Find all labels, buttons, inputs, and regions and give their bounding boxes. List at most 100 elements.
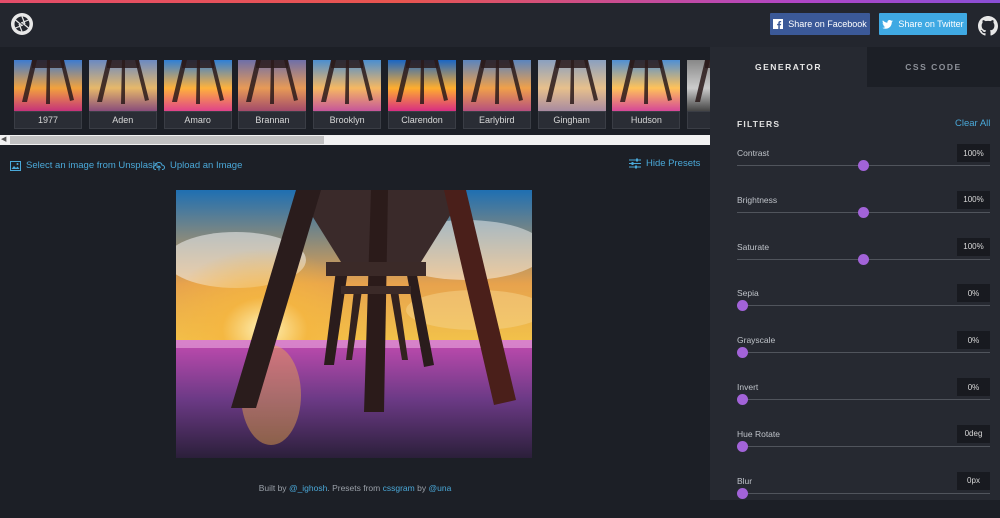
share-facebook-label: Share on Facebook (788, 19, 867, 29)
preset-next[interactable] (687, 60, 710, 130)
filter-value[interactable]: 0% (957, 284, 990, 303)
scroll-left-arrow-icon[interactable]: ◀ (1, 135, 6, 145)
preset-label: Earlybird (462, 111, 531, 129)
filter-label: Grayscale (737, 335, 776, 346)
filter-slider-track[interactable] (737, 399, 990, 400)
preset-thumbnail (687, 60, 710, 111)
preset-amaro[interactable]: Amaro (163, 60, 232, 130)
preset-label: Gingham (537, 111, 606, 129)
credit-cssgram-link[interactable]: cssgram (383, 483, 415, 493)
filter-value[interactable]: 100% (957, 144, 990, 162)
filter-slider-track[interactable] (737, 352, 990, 354)
filter-invert: Invert 0% (737, 378, 990, 424)
preset-label: Brannan (238, 111, 307, 129)
tab-generator[interactable]: GENERATOR (710, 47, 867, 87)
filter-slider-handle[interactable] (737, 347, 748, 359)
preset-thumbnail (612, 60, 681, 111)
preset-thumbnail (238, 60, 307, 111)
main-area: 1977 Aden Amaro Brannan Brooklyn Clarendon Ear… (0, 47, 710, 500)
preset-aden[interactable]: Aden (88, 60, 157, 130)
preset-clarendon[interactable]: Clarendon (388, 60, 456, 130)
preset-1977[interactable]: 1977 (14, 60, 82, 130)
filter-slider-handle[interactable] (737, 487, 748, 499)
filter-sepia: Sepia 0% (737, 284, 990, 330)
header: Share on Facebook Share on Twitter (0, 3, 1000, 47)
preset-strip[interactable]: 1977 Aden Amaro Brannan Brooklyn Clarendon Ear… (0, 60, 710, 136)
filter-value[interactable]: 100% (957, 190, 990, 209)
preset-brooklyn[interactable]: Brooklyn (313, 60, 382, 130)
filter-value[interactable]: 0% (957, 378, 990, 396)
filter-brightness: Brightness 100% (737, 190, 990, 237)
preset-thumbnail (537, 60, 606, 111)
preset-label: Amaro (163, 111, 232, 129)
filter-grayscale: Grayscale 0% (737, 331, 990, 377)
filter-slider-track[interactable] (737, 445, 990, 447)
filter-label: Blur (737, 475, 753, 486)
unsplash-link-label: Select an image from Unsplash (26, 160, 159, 171)
filter-label: Saturate (737, 241, 770, 252)
credit-line: Built by @_ighosh. Presets from cssgram … (0, 483, 710, 493)
preview-image (176, 190, 532, 458)
aperture-logo-icon[interactable] (10, 12, 34, 36)
filter-label: Sepia (737, 288, 759, 299)
twitter-icon (882, 19, 894, 29)
preset-label: Aden (88, 111, 157, 129)
credit-presets-from: . Presets from (327, 483, 381, 493)
control-panel: GENERATOR CSS CODE FILTERS Clear All Con… (710, 47, 1000, 500)
filter-value[interactable]: 0px (957, 471, 990, 490)
filter-slider-handle[interactable] (858, 206, 869, 218)
preset-brannan[interactable]: Brannan (238, 60, 307, 130)
preset-label (687, 111, 710, 129)
scrollbar-thumb[interactable] (10, 136, 324, 144)
filter-label: Hue Rotate (737, 428, 780, 439)
filter-value[interactable]: 0deg (957, 424, 990, 443)
share-twitter-label: Share on Twitter (898, 19, 964, 29)
filter-contrast: Contrast 100% (737, 144, 990, 190)
share-facebook-button[interactable]: Share on Facebook (770, 13, 870, 35)
filter-hue-rotate: Hue Rotate 0deg (737, 424, 990, 471)
upload-link[interactable]: Upload an Image (153, 160, 242, 171)
preset-thumbnail (462, 60, 531, 111)
preset-hudson[interactable]: Hudson (612, 60, 681, 130)
filter-label: Brightness (737, 194, 778, 205)
filter-slider-track[interactable] (737, 305, 990, 307)
preset-label: Hudson (612, 111, 681, 129)
image-icon (10, 160, 21, 171)
tab-css-code[interactable]: CSS CODE (867, 47, 1000, 87)
share-twitter-button[interactable]: Share on Twitter (879, 13, 967, 35)
filter-label: Contrast (737, 148, 770, 158)
filter-blur: Blur 0px (737, 471, 990, 518)
filter-saturate: Saturate 100% (737, 237, 990, 284)
preset-earlybird[interactable]: Earlybird (462, 60, 531, 130)
filter-slider-handle[interactable] (858, 160, 869, 171)
sliders-icon (629, 158, 641, 169)
tab-generator-label: GENERATOR (754, 62, 823, 72)
filter-slider-track[interactable] (737, 492, 990, 494)
preset-label: 1977 (14, 111, 82, 129)
preset-thumbnail (313, 60, 382, 111)
facebook-icon (773, 19, 784, 29)
filter-slider-handle[interactable] (737, 394, 748, 405)
filter-value[interactable]: 100% (957, 237, 990, 256)
preset-thumbnail (88, 60, 157, 111)
unsplash-link[interactable]: Select an image from Unsplash (10, 160, 158, 171)
tab-css-code-label: CSS CODE (905, 62, 962, 72)
filter-slider-handle[interactable] (737, 440, 748, 452)
clear-all-button[interactable]: Clear All (955, 118, 990, 129)
filter-slider-handle[interactable] (737, 300, 748, 312)
preset-label: Clarendon (388, 111, 456, 129)
cloud-upload-icon (153, 161, 165, 170)
filter-value[interactable]: 0% (957, 331, 990, 350)
upload-link-label: Upload an Image (170, 160, 243, 171)
filter-slider-handle[interactable] (858, 253, 869, 265)
credit-author-link[interactable]: @_ighosh (289, 483, 327, 493)
preset-label: Brooklyn (313, 111, 382, 129)
preset-scrollbar[interactable]: ◀ (0, 135, 710, 145)
credit-by: by (417, 483, 427, 493)
preset-gingham[interactable]: Gingham (537, 60, 606, 130)
hide-presets-button[interactable]: Hide Presets (629, 158, 700, 169)
credit-una-link[interactable]: @una (428, 483, 451, 493)
preset-thumbnail (388, 60, 456, 111)
github-icon[interactable] (978, 16, 998, 36)
filter-label: Invert (737, 382, 759, 392)
